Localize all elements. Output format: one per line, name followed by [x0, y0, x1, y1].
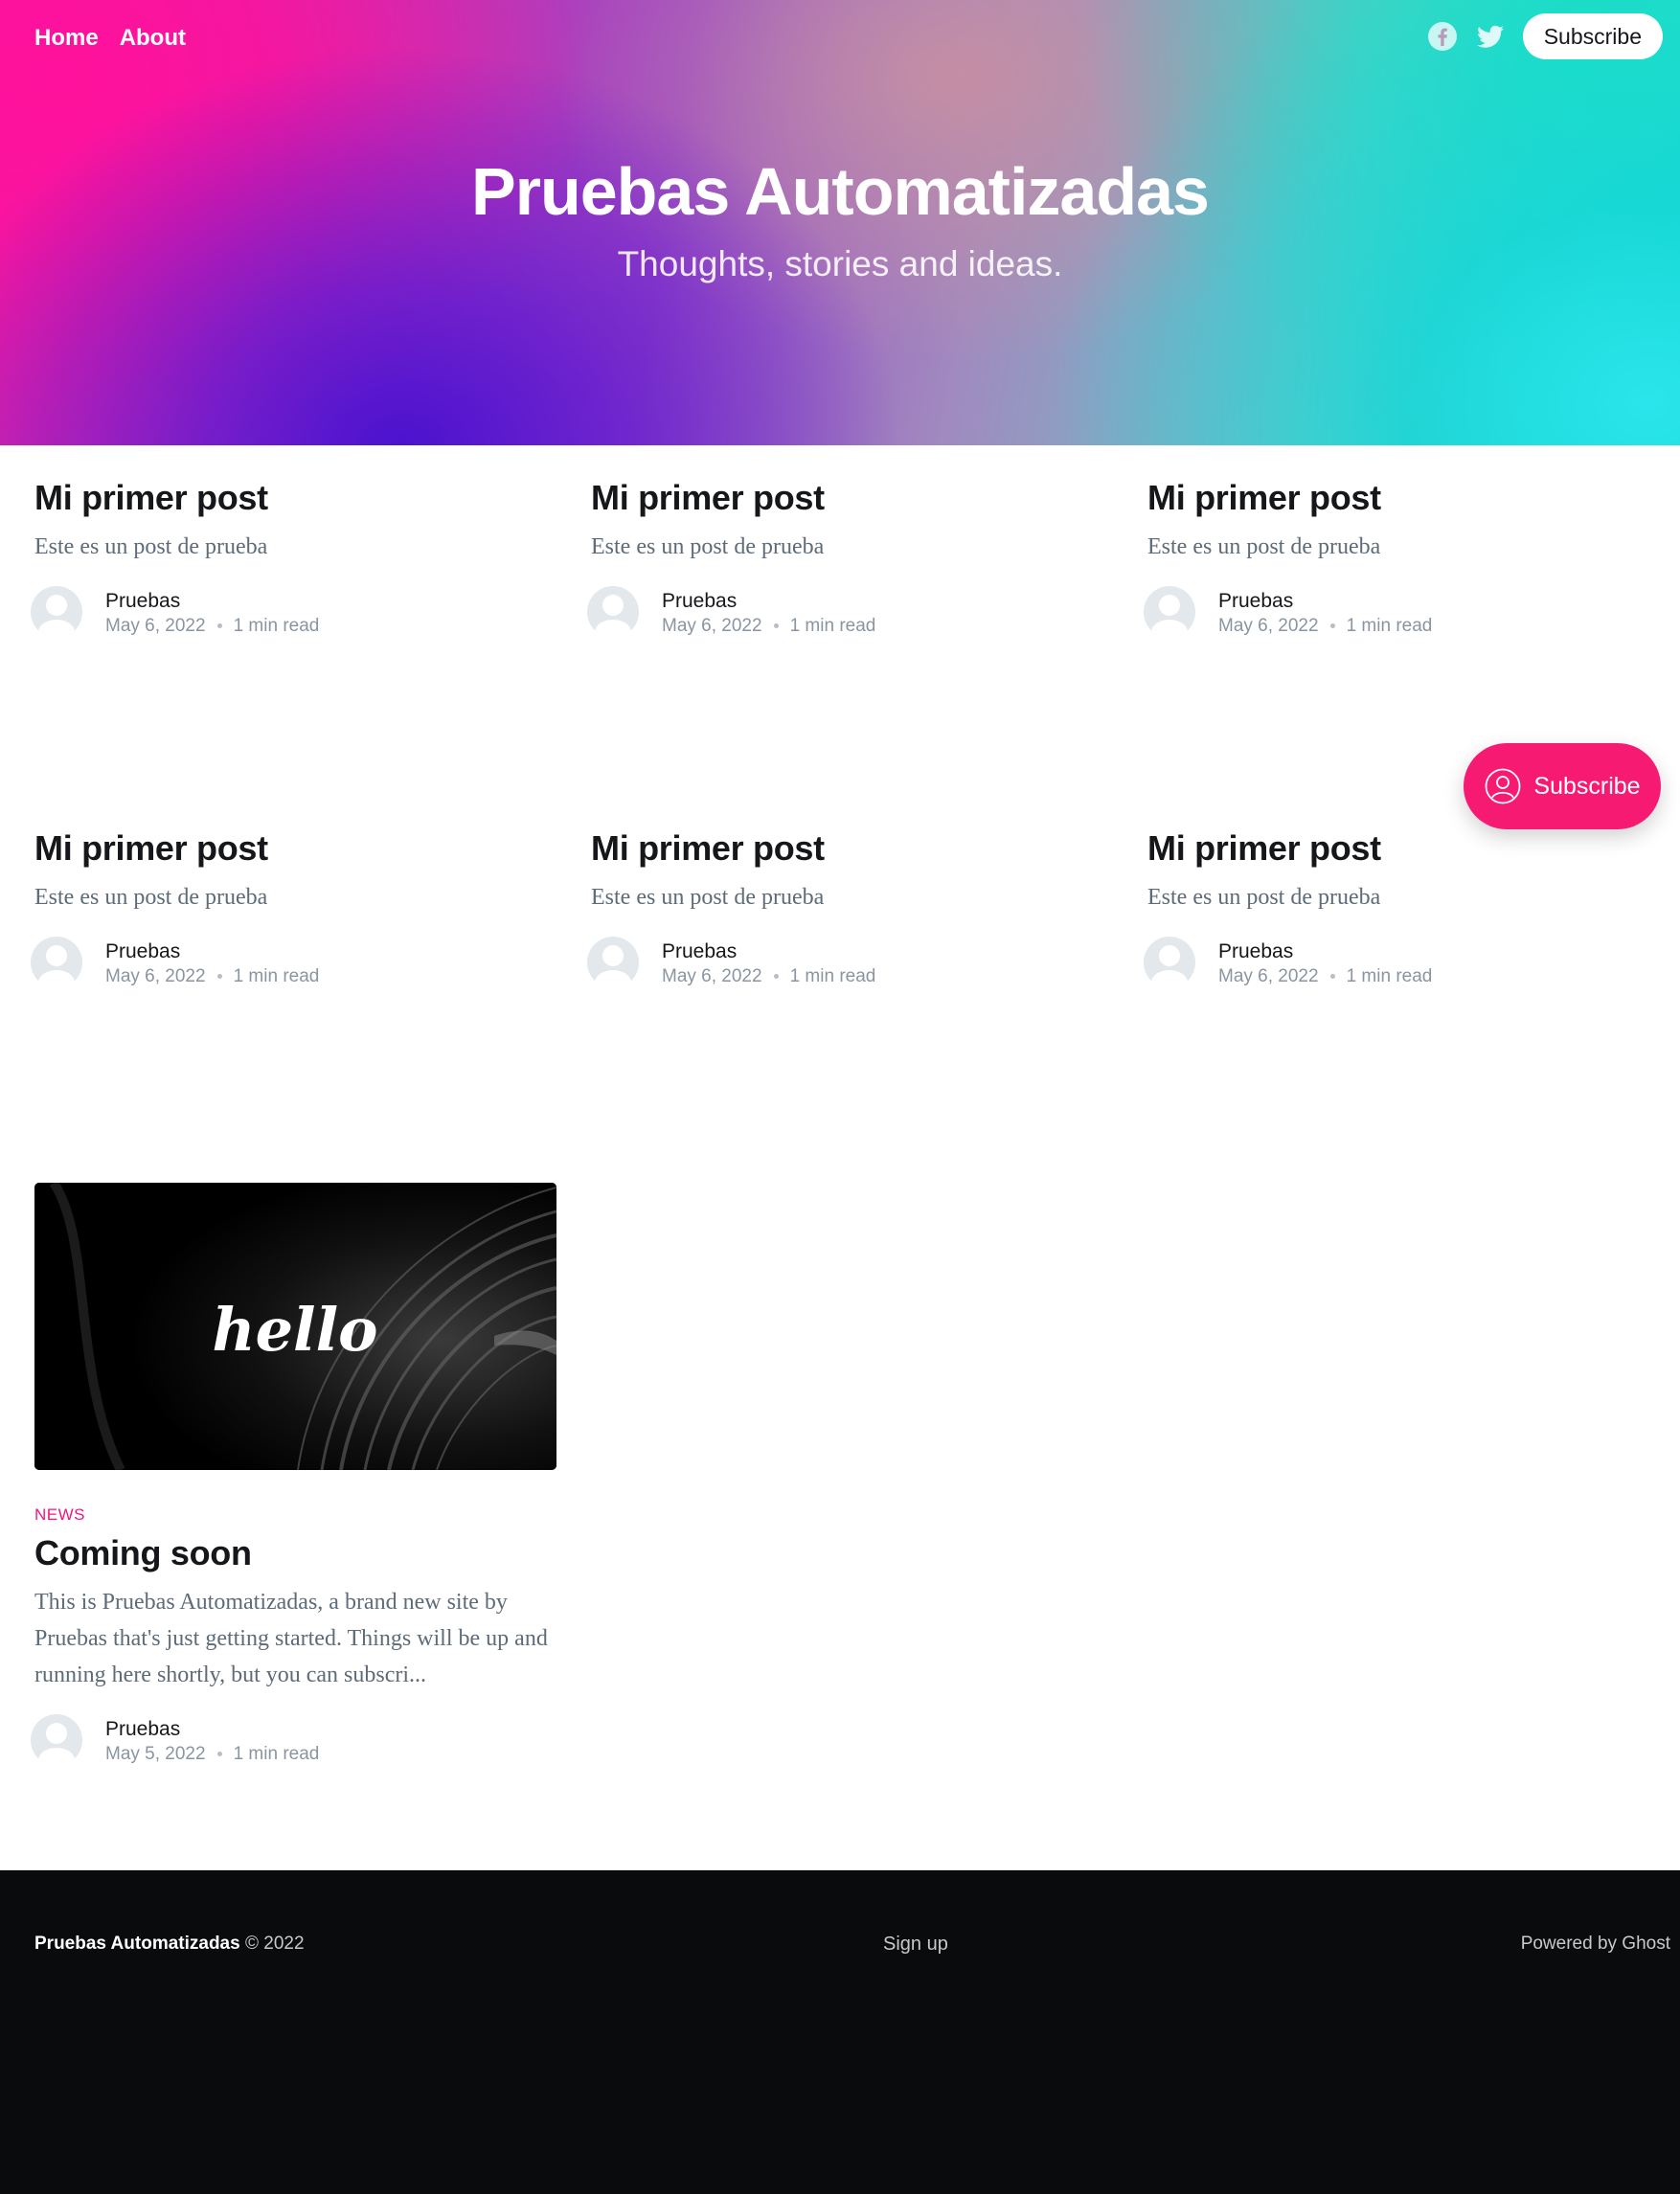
post-card[interactable]: Mi primer post Este es un post de prueba… — [587, 477, 1113, 644]
post-excerpt: Este es un post de prueba — [34, 885, 268, 910]
post-excerpt: This is Pruebas Automatizadas, a brand n… — [34, 1590, 548, 1687]
post-date-line: May 6, 2022 1 min read — [1218, 966, 1432, 987]
post-date: May 6, 2022 — [662, 616, 762, 636]
featured-post-image[interactable]: hello — [34, 1183, 556, 1470]
post-meta: Pruebas May 6, 2022 1 min read — [31, 586, 556, 644]
avatar-placeholder[interactable] — [1144, 937, 1195, 988]
post-card[interactable]: Mi primer post Este es un post de prueba… — [31, 827, 556, 994]
footer-signup-link[interactable]: Sign up — [883, 1934, 948, 1956]
avatar-placeholder[interactable] — [587, 586, 639, 638]
floating-subscribe-label: Subscribe — [1533, 772, 1641, 800]
post-meta: Pruebas May 6, 2022 1 min read — [1144, 586, 1669, 644]
post-read-time: 1 min read — [1346, 616, 1433, 636]
post-author[interactable]: Pruebas — [105, 590, 180, 613]
post-date: May 5, 2022 — [105, 1744, 206, 1764]
featured-post-card[interactable]: NEWS Coming soon This is Pruebas Automat… — [31, 1505, 556, 1772]
site-title: Pruebas Automatizadas — [471, 154, 1210, 229]
user-circle-icon — [1486, 768, 1521, 804]
post-date-line: May 6, 2022 1 min read — [105, 966, 319, 987]
post-read-time: 1 min read — [233, 966, 320, 986]
post-excerpt: Este es un post de prueba — [591, 885, 825, 910]
main-nav: Home About — [34, 21, 186, 56]
featured-image-text: hello — [213, 1295, 378, 1365]
post-author[interactable]: Pruebas — [1218, 590, 1293, 613]
meta-separator — [1329, 623, 1335, 629]
post-card[interactable]: Mi primer post Este es un post de prueba… — [31, 477, 556, 644]
site-description: Thoughts, stories and ideas. — [617, 244, 1063, 283]
post-read-time: 1 min read — [789, 616, 876, 636]
post-title[interactable]: Mi primer post — [34, 827, 556, 870]
post-author[interactable]: Pruebas — [662, 590, 737, 613]
footer-year: © 2022 — [244, 1934, 305, 1954]
post-date-line: May 6, 2022 1 min read — [662, 616, 875, 637]
post-date-line: May 6, 2022 1 min read — [662, 966, 875, 987]
avatar-placeholder[interactable] — [587, 937, 639, 988]
post-author[interactable]: Pruebas — [662, 940, 737, 963]
post-author[interactable]: Pruebas — [1218, 940, 1293, 963]
site-header: Home About Subscribe Pruebas Automatizad… — [0, 0, 1680, 445]
powered-by-ghost-link[interactable]: Powered by Ghost — [1521, 1934, 1670, 1955]
post-meta: Pruebas May 6, 2022 1 min read — [1144, 937, 1669, 994]
post-excerpt: Este es un post de prueba — [1147, 534, 1381, 559]
meta-separator — [216, 623, 222, 629]
twitter-icon[interactable] — [1475, 21, 1506, 52]
post-date: May 6, 2022 — [105, 616, 206, 636]
post-card[interactable]: Mi primer post Este es un post de prueba… — [1144, 827, 1669, 994]
post-meta: Pruebas May 6, 2022 1 min read — [31, 937, 556, 994]
post-meta: Pruebas May 5, 2022 1 min read — [31, 1714, 556, 1772]
post-meta: Pruebas May 6, 2022 1 min read — [587, 937, 1113, 994]
post-meta: Pruebas May 6, 2022 1 min read — [587, 586, 1113, 644]
post-title[interactable]: Mi primer post — [34, 477, 556, 519]
avatar-placeholder[interactable] — [31, 586, 82, 638]
post-author[interactable]: Pruebas — [105, 940, 180, 963]
nav-about-link[interactable]: About — [120, 21, 186, 56]
post-read-time: 1 min read — [233, 616, 320, 636]
header-subscribe-button[interactable]: Subscribe — [1522, 13, 1663, 59]
post-date: May 6, 2022 — [105, 966, 206, 986]
post-date-line: May 6, 2022 1 min read — [105, 616, 319, 637]
avatar-placeholder[interactable] — [31, 937, 82, 988]
meta-separator — [773, 623, 779, 629]
meta-separator — [773, 974, 779, 980]
meta-separator — [216, 974, 222, 980]
post-excerpt: Este es un post de prueba — [591, 534, 825, 559]
post-tag[interactable]: NEWS — [34, 1505, 556, 1525]
header-actions: Subscribe — [1427, 13, 1663, 59]
post-excerpt: Este es un post de prueba — [34, 534, 268, 559]
post-date-line: May 5, 2022 1 min read — [105, 1744, 319, 1765]
nav-home-link[interactable]: Home — [34, 21, 99, 56]
footer-site-name[interactable]: Pruebas Automatizadas — [34, 1934, 240, 1954]
facebook-icon[interactable] — [1427, 21, 1458, 52]
site-footer: Pruebas Automatizadas © 2022 Sign up Pow… — [0, 1870, 1680, 2194]
avatar-placeholder[interactable] — [1144, 586, 1195, 638]
post-date-line: May 6, 2022 1 min read — [1218, 616, 1432, 637]
post-read-time: 1 min read — [1346, 966, 1433, 986]
post-date: May 6, 2022 — [662, 966, 762, 986]
post-date: May 6, 2022 — [1218, 616, 1319, 636]
post-author[interactable]: Pruebas — [105, 1718, 180, 1741]
post-excerpt: Este es un post de prueba — [1147, 885, 1381, 910]
meta-separator — [1329, 974, 1335, 980]
post-read-time: 1 min read — [233, 1744, 320, 1764]
post-title[interactable]: Mi primer post — [591, 477, 1113, 519]
post-date: May 6, 2022 — [1218, 966, 1319, 986]
post-card[interactable]: Mi primer post Este es un post de prueba… — [1144, 477, 1669, 644]
avatar-placeholder[interactable] — [31, 1714, 82, 1766]
post-read-time: 1 min read — [789, 966, 876, 986]
post-title[interactable]: Mi primer post — [1147, 477, 1669, 519]
post-title[interactable]: Mi primer post — [591, 827, 1113, 870]
meta-separator — [216, 1752, 222, 1757]
floating-subscribe-button[interactable]: Subscribe — [1464, 743, 1661, 829]
post-title[interactable]: Coming soon — [34, 1532, 556, 1574]
footer-copyright: Pruebas Automatizadas © 2022 — [34, 1934, 305, 1955]
post-title[interactable]: Mi primer post — [1147, 827, 1669, 870]
post-card[interactable]: Mi primer post Este es un post de prueba… — [587, 827, 1113, 994]
